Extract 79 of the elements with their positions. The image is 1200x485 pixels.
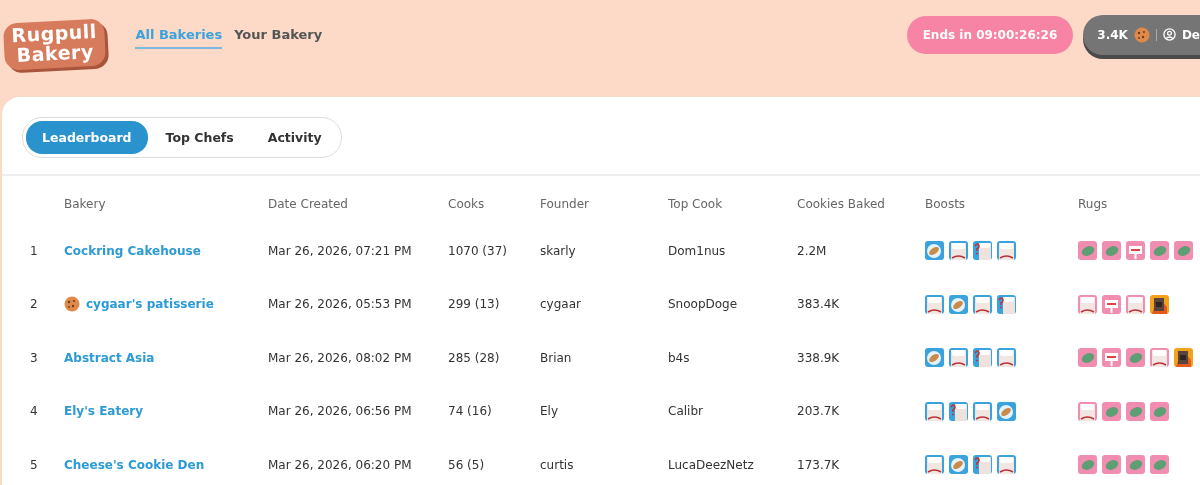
leaf-icon [1102, 241, 1121, 261]
top-cook-cell: Calibr [668, 404, 703, 419]
date-cell: Mar 26, 2026, 06:20 PM [268, 457, 412, 472]
cookies-cell: 338.9K [797, 350, 840, 365]
cookie-icon [1133, 26, 1150, 43]
leaf-icon [1150, 241, 1169, 261]
cookies-cell: 383.4K [797, 297, 840, 312]
column-header: Date Created [267, 196, 349, 213]
date-cell: Mar 26, 2026, 08:02 PM [268, 350, 412, 365]
leaf-icon [1174, 241, 1193, 261]
cookies-cell: 203.7K [797, 404, 840, 419]
leaf-icon [1078, 241, 1097, 261]
bakery-link[interactable]: Ely's Eatery [64, 404, 144, 419]
column-header: Boosts [924, 196, 967, 213]
nav-link[interactable]: Your Bakery [234, 26, 323, 49]
column-header: Bakery [63, 196, 107, 213]
bakery-link[interactable]: Cockring Cakehouse [64, 243, 201, 258]
founder-cell: cygaar [540, 297, 581, 312]
date-cell: Mar 26, 2026, 05:53 PM [268, 297, 412, 312]
bread-icon [949, 455, 968, 475]
leaf-icon [1150, 455, 1169, 475]
bakery-link[interactable]: Abstract Asia [64, 350, 155, 365]
rank-number: 1 [30, 243, 38, 258]
rank-number: 3 [30, 350, 38, 365]
cooks-cell: 299 (13) [448, 297, 500, 312]
date-cell: Mar 26, 2026, 06:56 PM [268, 404, 412, 419]
bakery-link[interactable]: cygaar's patisserie [86, 297, 214, 312]
stop-sign-icon [1102, 294, 1121, 314]
nav-link[interactable]: All Bakeries [135, 26, 223, 49]
countdown-badge: Ends in 09:00:26:26 [906, 15, 1074, 54]
rank-number: 2 [30, 297, 38, 312]
leaf-icon [1126, 455, 1145, 475]
leaf-icon [1102, 455, 1121, 475]
leaf-icon [1126, 348, 1145, 368]
cooks-cell: 56 (5) [448, 457, 485, 472]
cooks-cell: 74 (16) [448, 404, 492, 419]
date-cell: Mar 26, 2026, 07:21 PM [268, 243, 412, 258]
leaf-icon [1078, 455, 1097, 475]
founder-cell: skarly [540, 243, 576, 258]
column-header: Top Cook [667, 196, 724, 213]
bread-icon [925, 348, 944, 368]
cookies-cell: 173.7K [797, 457, 840, 472]
column-header: Founder [539, 196, 590, 213]
cookies-cell: 2.2M [797, 243, 827, 258]
bread-icon [925, 241, 944, 261]
rank-number: 5 [30, 457, 38, 472]
top-cook-cell: LucaDeezNetz [668, 457, 754, 472]
cooks-cell: 1070 (37) [448, 243, 507, 258]
top-cook-cell: SnoopDoge [668, 297, 738, 312]
cookie-icon [64, 296, 80, 313]
top-cook-cell: b4s [668, 350, 690, 365]
oven-icon [1150, 294, 1169, 314]
leaf-icon [1150, 401, 1169, 421]
rank-number: 4 [30, 404, 38, 419]
stop-sign-icon [1126, 241, 1145, 261]
founder-cell: curtis [540, 457, 574, 472]
bread-icon [997, 401, 1016, 421]
tab[interactable]: Top Chefs [149, 121, 250, 154]
user-icon [1162, 28, 1176, 41]
tab[interactable]: Activity [251, 121, 338, 154]
tab[interactable]: Leaderboard [26, 121, 148, 154]
column-header: Rugs [1077, 196, 1109, 213]
cookie-balance: 3.4K [1097, 27, 1128, 42]
leaf-icon [1126, 401, 1145, 421]
stop-sign-icon [1102, 348, 1121, 368]
oven-icon [1174, 348, 1193, 368]
bakery-link[interactable]: Cheese's Cookie Den [64, 457, 205, 472]
top-cook-cell: Dom1nus [668, 243, 726, 258]
leaf-icon [1102, 401, 1121, 421]
logo[interactable]: Rugpull Bakery [2, 18, 107, 71]
leaf-icon [1078, 348, 1097, 368]
founder-cell: Brian [540, 350, 572, 365]
column-header: Cooks [447, 196, 486, 213]
user-name: De [1181, 27, 1200, 42]
logo-text: Rugpull [10, 20, 98, 46]
cooks-cell: 285 (28) [448, 350, 500, 365]
column-header: Cookies Baked [796, 196, 886, 213]
bread-icon [949, 294, 968, 314]
founder-cell: Ely [540, 404, 559, 419]
